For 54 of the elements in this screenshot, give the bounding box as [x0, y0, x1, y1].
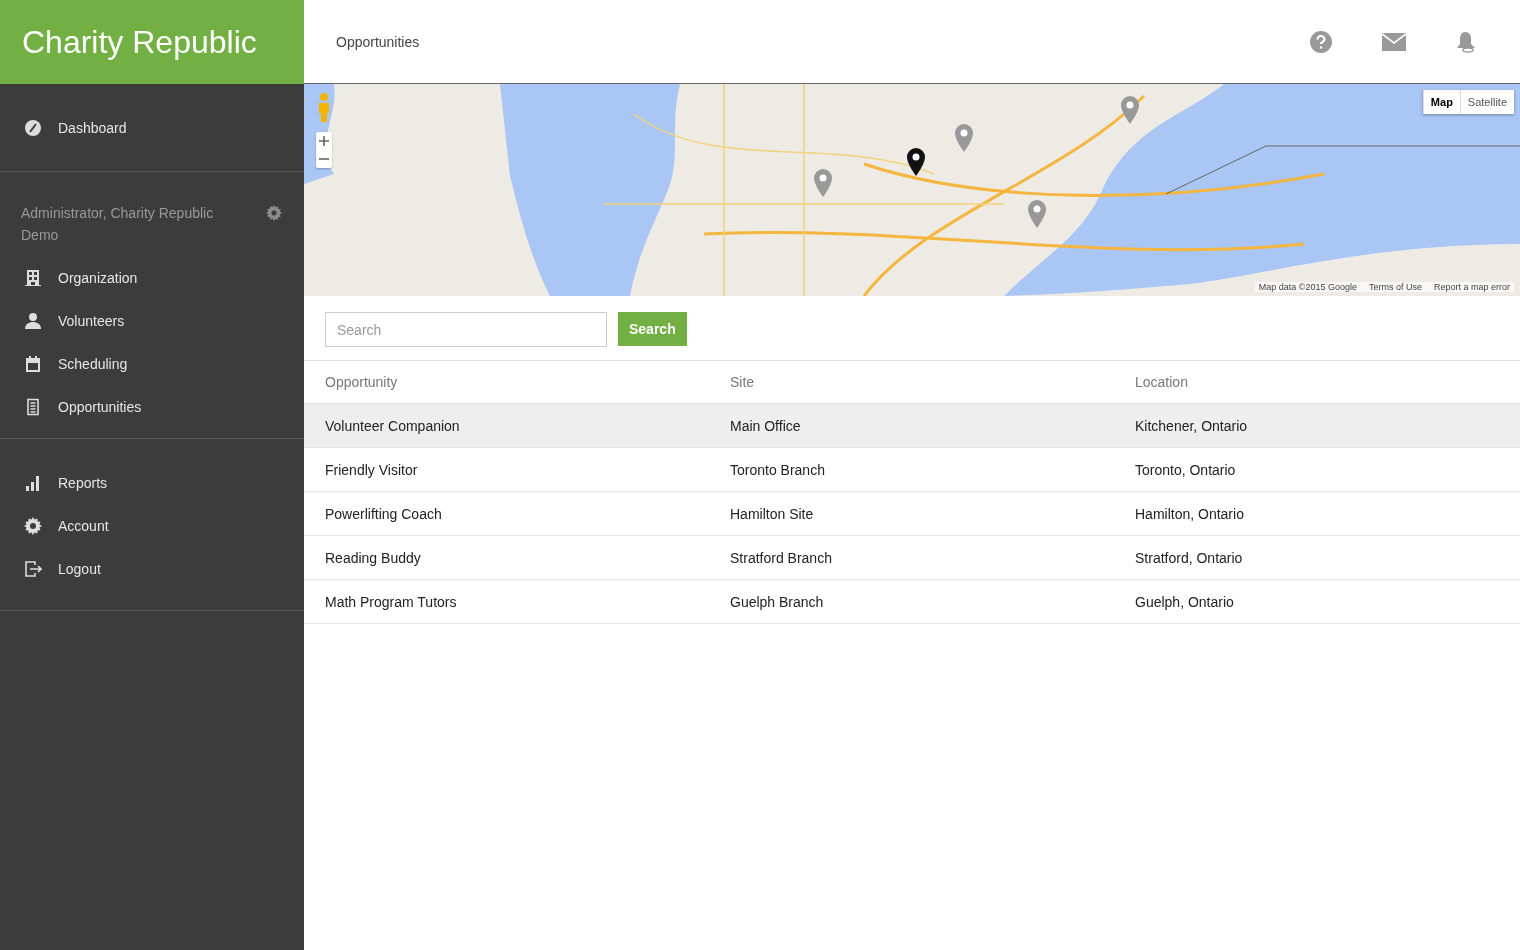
table-row[interactable]: Math Program Tutors Guelph Branch Guelph, Ontario [304, 579, 1520, 624]
settings-icon [24, 516, 42, 535]
help-icon[interactable] [1310, 30, 1332, 53]
table-cell: Friendly Visitor [325, 461, 418, 478]
bell-icon[interactable] [1456, 30, 1476, 53]
table-cell: Toronto Branch [730, 461, 825, 478]
sidebar-item[interactable]: Logout [0, 547, 304, 590]
mail-icon[interactable] [1382, 32, 1406, 51]
map-type-button[interactable]: Satellite [1459, 90, 1514, 114]
column-header: Site [709, 361, 1114, 404]
bar-chart-icon [24, 473, 42, 492]
sidebar-item[interactable]: Account [0, 504, 304, 547]
table-cell: Powerlifting Coach [325, 505, 442, 522]
building-icon [24, 268, 42, 287]
sidebar-item[interactable]: Organization [0, 256, 304, 299]
sidebar-item[interactable]: Volunteers [0, 299, 304, 342]
map-attribution[interactable]: Report a map error [1433, 282, 1510, 292]
gauge-icon [24, 118, 42, 137]
user-name: Administrator, Charity Republic Demo [21, 204, 215, 245]
map-attribution[interactable]: Map data ©2015 Google [1258, 282, 1357, 292]
page-title: Opportunities [336, 33, 420, 50]
map-type-button[interactable]: Map [1422, 90, 1460, 114]
column-header: Opportunity [304, 361, 709, 404]
table-cell: Kitchener, Ontario [1135, 417, 1248, 434]
document-icon [24, 397, 42, 416]
map-pin-icon[interactable] [906, 148, 926, 176]
table-cell: Stratford Branch [730, 549, 832, 566]
table-cell: Stratford, Ontario [1135, 549, 1243, 566]
table-cell: Reading Buddy [325, 549, 421, 566]
table-cell: Hamilton Site [730, 505, 814, 522]
table-cell: Main Office [730, 417, 801, 434]
sidebar-item[interactable]: Scheduling [0, 342, 304, 385]
table-cell: Guelph Branch [730, 593, 824, 610]
table-cell: Guelph, Ontario [1135, 593, 1234, 610]
table-row[interactable]: Volunteer Companion Main Office Kitchener, Ontario [304, 403, 1520, 448]
table-row[interactable]: Friendly Visitor Toronto Branch Toronto, Ontario [304, 447, 1520, 492]
table-row[interactable]: Reading Buddy Stratford Branch Stratford, Ontario [304, 535, 1520, 580]
person-icon [24, 311, 42, 330]
sidebar-item[interactable]: Dashboard [0, 106, 304, 149]
table-cell: Math Program Tutors [325, 593, 457, 610]
column-header: Location [1114, 361, 1520, 404]
zoom-in-icon[interactable] [319, 136, 329, 146]
map-attribution[interactable]: Terms of Use [1368, 282, 1422, 292]
calendar-icon [24, 354, 42, 373]
sidebar-item[interactable]: Opportunities [0, 385, 304, 428]
map-placeholder[interactable]: Map Satellite Map data ©2015 Google Terms of Use Report a map error [304, 84, 1520, 296]
logout-icon [24, 559, 42, 578]
table-cell: Volunteer Companion [325, 417, 460, 434]
table-row[interactable]: Powerlifting Coach Hamilton Site Hamilton, Ontario [304, 491, 1520, 536]
table-cell: Hamilton, Ontario [1135, 505, 1244, 522]
sidebar-item[interactable]: Reports [0, 461, 304, 504]
search-field[interactable]: Search [325, 312, 607, 347]
table-cell: Toronto, Ontario [1135, 461, 1236, 478]
settings-icon[interactable] [266, 205, 282, 221]
